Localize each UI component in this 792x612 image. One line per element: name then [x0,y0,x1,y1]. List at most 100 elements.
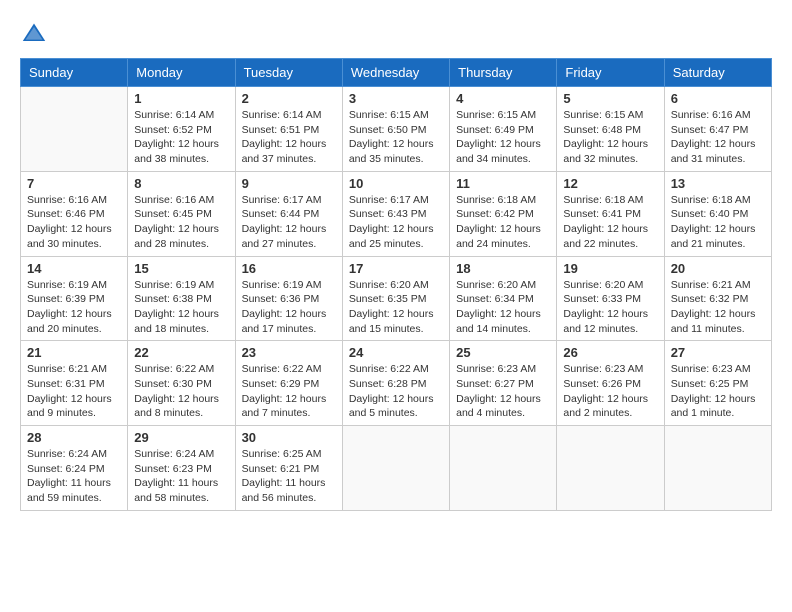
calendar-cell [664,426,771,511]
calendar-cell: 28Sunrise: 6:24 AMSunset: 6:24 PMDayligh… [21,426,128,511]
day-info: Sunrise: 6:22 AMSunset: 6:29 PMDaylight:… [242,362,336,421]
calendar: SundayMondayTuesdayWednesdayThursdayFrid… [20,58,772,511]
calendar-cell: 15 Sunrise: 6:19 AMSunset: 6:38 PMDayligh… [128,256,235,341]
day-info: Sunrise: 6:17 AMSunset: 6:43 PMDaylight:… [349,193,443,252]
day-number: 21 [27,345,121,360]
day-info: Sunrise: 6:20 AMSunset: 6:33 PMDaylight:… [563,278,657,337]
logo-icon [20,20,48,48]
day-info: Sunrise: 6:14 AMSunset: 6:51 PMDaylight:… [242,108,336,167]
calendar-cell [342,426,449,511]
day-info: Sunrise: 6:22 AMSunset: 6:30 PMDaylight:… [134,362,228,421]
day-number: 13 [671,176,765,191]
day-info: Sunrise: 6:15 AMSunset: 6:50 PMDaylight:… [349,108,443,167]
day-info: Sunrise: 6:15 AMSunset: 6:49 PMDaylight:… [456,108,550,167]
day-number: 4 [456,91,550,106]
day-info: Sunrise: 6:25 AMSunset: 6:21 PMDaylight:… [242,447,336,506]
day-number: 6 [671,91,765,106]
calendar-week-0: 1Sunrise: 6:14 AMSunset: 6:52 PMDaylight… [21,87,772,172]
calendar-cell: 22 Sunrise: 6:22 AMSunset: 6:30 PMDayligh… [128,341,235,426]
calendar-cell: 29 Sunrise: 6:24 AMSunset: 6:23 PMDayligh… [128,426,235,511]
calendar-cell: 26Sunrise: 6:23 AMSunset: 6:26 PMDayligh… [557,341,664,426]
day-number: 10 [349,176,443,191]
day-number: 8 [134,176,228,191]
day-info: Sunrise: 6:16 AMSunset: 6:45 PMDaylight:… [134,193,228,252]
calendar-cell: 14Sunrise: 6:19 AMSunset: 6:39 PMDayligh… [21,256,128,341]
day-number: 22 [134,345,228,360]
calendar-cell [557,426,664,511]
calendar-cell: 13 Sunrise: 6:18 AMSunset: 6:40 PMDayligh… [664,171,771,256]
day-info: Sunrise: 6:18 AMSunset: 6:40 PMDaylight:… [671,193,765,252]
calendar-cell: 2 Sunrise: 6:14 AMSunset: 6:51 PMDaylight… [235,87,342,172]
day-number: 29 [134,430,228,445]
day-info: Sunrise: 6:22 AMSunset: 6:28 PMDaylight:… [349,362,443,421]
calendar-cell: 19 Sunrise: 6:20 AMSunset: 6:33 PMDayligh… [557,256,664,341]
logo [20,20,52,48]
calendar-cell: 7 Sunrise: 6:16 AMSunset: 6:46 PMDaylight… [21,171,128,256]
calendar-cell: 3Sunrise: 6:15 AMSunset: 6:50 PMDaylight… [342,87,449,172]
calendar-week-2: 14Sunrise: 6:19 AMSunset: 6:39 PMDayligh… [21,256,772,341]
calendar-cell [21,87,128,172]
calendar-header-saturday: Saturday [664,59,771,87]
calendar-cell: 9 Sunrise: 6:17 AMSunset: 6:44 PMDaylight… [235,171,342,256]
day-info: Sunrise: 6:16 AMSunset: 6:47 PMDaylight:… [671,108,765,167]
calendar-week-3: 21 Sunrise: 6:21 AMSunset: 6:31 PMDayligh… [21,341,772,426]
calendar-header-monday: Monday [128,59,235,87]
calendar-cell: 24 Sunrise: 6:22 AMSunset: 6:28 PMDayligh… [342,341,449,426]
day-number: 30 [242,430,336,445]
calendar-header-thursday: Thursday [450,59,557,87]
day-number: 24 [349,345,443,360]
calendar-cell: 17 Sunrise: 6:20 AMSunset: 6:35 PMDayligh… [342,256,449,341]
day-info: Sunrise: 6:23 AMSunset: 6:26 PMDaylight:… [563,362,657,421]
day-number: 17 [349,261,443,276]
day-info: Sunrise: 6:18 AMSunset: 6:41 PMDaylight:… [563,193,657,252]
day-number: 2 [242,91,336,106]
calendar-cell: 23 Sunrise: 6:22 AMSunset: 6:29 PMDayligh… [235,341,342,426]
calendar-header-friday: Friday [557,59,664,87]
day-info: Sunrise: 6:16 AMSunset: 6:46 PMDaylight:… [27,193,121,252]
calendar-cell: 21 Sunrise: 6:21 AMSunset: 6:31 PMDayligh… [21,341,128,426]
calendar-week-4: 28Sunrise: 6:24 AMSunset: 6:24 PMDayligh… [21,426,772,511]
calendar-cell: 1Sunrise: 6:14 AMSunset: 6:52 PMDaylight… [128,87,235,172]
day-info: Sunrise: 6:19 AMSunset: 6:38 PMDaylight:… [134,278,228,337]
calendar-cell: 11 Sunrise: 6:18 AMSunset: 6:42 PMDayligh… [450,171,557,256]
day-number: 12 [563,176,657,191]
day-info: Sunrise: 6:23 AMSunset: 6:25 PMDaylight:… [671,362,765,421]
day-info: Sunrise: 6:23 AMSunset: 6:27 PMDaylight:… [456,362,550,421]
calendar-cell: 10 Sunrise: 6:17 AMSunset: 6:43 PMDayligh… [342,171,449,256]
day-number: 11 [456,176,550,191]
calendar-cell: 25 Sunrise: 6:23 AMSunset: 6:27 PMDayligh… [450,341,557,426]
day-number: 7 [27,176,121,191]
calendar-cell: 8 Sunrise: 6:16 AMSunset: 6:45 PMDaylight… [128,171,235,256]
day-info: Sunrise: 6:24 AMSunset: 6:23 PMDaylight:… [134,447,228,506]
day-info: Sunrise: 6:15 AMSunset: 6:48 PMDaylight:… [563,108,657,167]
calendar-cell: 18 Sunrise: 6:20 AMSunset: 6:34 PMDayligh… [450,256,557,341]
day-number: 9 [242,176,336,191]
calendar-cell: 30 Sunrise: 6:25 AMSunset: 6:21 PMDayligh… [235,426,342,511]
calendar-cell: 27Sunrise: 6:23 AMSunset: 6:25 PMDayligh… [664,341,771,426]
calendar-week-1: 7 Sunrise: 6:16 AMSunset: 6:46 PMDaylight… [21,171,772,256]
day-info: Sunrise: 6:18 AMSunset: 6:42 PMDaylight:… [456,193,550,252]
calendar-cell: 4 Sunrise: 6:15 AMSunset: 6:49 PMDaylight… [450,87,557,172]
page-header [20,20,772,48]
day-number: 25 [456,345,550,360]
day-number: 14 [27,261,121,276]
calendar-header-sunday: Sunday [21,59,128,87]
day-number: 18 [456,261,550,276]
day-number: 5 [563,91,657,106]
day-number: 15 [134,261,228,276]
day-number: 28 [27,430,121,445]
calendar-header-wednesday: Wednesday [342,59,449,87]
calendar-cell: 16Sunrise: 6:19 AMSunset: 6:36 PMDayligh… [235,256,342,341]
day-number: 16 [242,261,336,276]
day-number: 23 [242,345,336,360]
day-number: 20 [671,261,765,276]
day-info: Sunrise: 6:20 AMSunset: 6:35 PMDaylight:… [349,278,443,337]
day-info: Sunrise: 6:17 AMSunset: 6:44 PMDaylight:… [242,193,336,252]
day-info: Sunrise: 6:20 AMSunset: 6:34 PMDaylight:… [456,278,550,337]
calendar-cell [450,426,557,511]
day-info: Sunrise: 6:21 AMSunset: 6:31 PMDaylight:… [27,362,121,421]
day-number: 19 [563,261,657,276]
day-number: 1 [134,91,228,106]
calendar-header-row: SundayMondayTuesdayWednesdayThursdayFrid… [21,59,772,87]
day-info: Sunrise: 6:21 AMSunset: 6:32 PMDaylight:… [671,278,765,337]
